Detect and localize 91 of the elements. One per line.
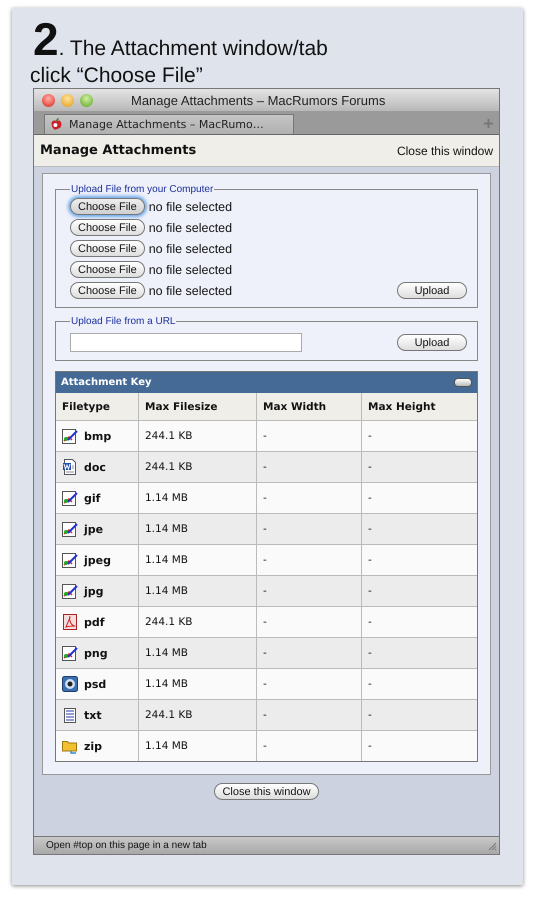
file-status: no file selected <box>148 262 232 276</box>
browser-tab[interactable]: Manage Attachments – MacRumo… <box>44 114 294 134</box>
image-file-icon <box>62 583 78 599</box>
close-icon[interactable] <box>42 94 55 106</box>
table-cell: 244.1 KB <box>138 700 256 730</box>
table-cell: 1.14 MB <box>138 668 256 700</box>
url-input-field[interactable] <box>70 333 302 352</box>
table-title: Attachment Key <box>61 377 152 388</box>
choose-file-button[interactable]: Choose File <box>70 282 145 299</box>
choose-file-button[interactable]: Choose File <box>70 198 145 215</box>
table-cell: - <box>362 544 477 576</box>
table-cell: 1.14 MB <box>138 730 256 761</box>
table-cell: 1.14 MB <box>138 638 256 668</box>
column-header: Max Filesize <box>138 393 256 420</box>
table-cell: 1.14 MB <box>138 544 256 576</box>
filetype-label: txt <box>84 708 102 722</box>
filetype-label: png <box>84 646 108 660</box>
close-window-link[interactable]: Close this window <box>396 144 493 158</box>
word-document-icon <box>62 459 78 475</box>
resize-grip-icon[interactable] <box>487 840 497 850</box>
filetype-label: jpe <box>84 522 104 536</box>
window-title: Manage Attachments – MacRumors Forums <box>131 92 386 108</box>
choose-file-button[interactable]: Choose File <box>70 240 145 257</box>
file-status: no file selected <box>148 220 232 234</box>
table-cell: 1.14 MB <box>138 482 256 514</box>
table-cell: - <box>256 452 362 482</box>
table-cell: - <box>256 544 362 576</box>
image-file-icon <box>62 428 78 444</box>
filetype-label: pdf <box>84 616 105 628</box>
status-text: Open #top on this page in a new tab <box>46 840 207 851</box>
table-cell: - <box>362 638 477 668</box>
table-cell: - <box>256 482 362 514</box>
close-window-button[interactable]: Close this window <box>214 783 319 800</box>
choose-file-button[interactable]: Choose File <box>70 219 145 236</box>
table-cell: - <box>256 514 362 544</box>
file-status: no file selected <box>148 242 232 256</box>
table-cell: - <box>256 576 362 606</box>
table-cell: - <box>256 606 362 638</box>
minimize-icon[interactable] <box>61 94 74 106</box>
text-file-icon <box>62 707 78 723</box>
column-header: Max Height <box>362 393 477 420</box>
table-cell: 244.1 KB <box>138 606 256 638</box>
filetype-label: doc <box>84 460 106 474</box>
table-cell: - <box>256 730 362 761</box>
zoom-icon[interactable] <box>80 94 93 106</box>
new-tab-icon[interactable] <box>484 119 493 128</box>
upload-button[interactable]: Upload <box>397 334 467 351</box>
file-status: no file selected <box>148 284 232 298</box>
filetype-label: psd <box>84 678 106 690</box>
table-cell: - <box>362 514 477 544</box>
filetype-label: gif <box>84 492 100 504</box>
table-cell: - <box>256 668 362 700</box>
upload-button[interactable]: Upload <box>397 282 467 299</box>
caption-title: . The Attachment window/tab <box>58 37 328 61</box>
image-file-icon <box>62 490 78 506</box>
apple-icon <box>50 118 63 131</box>
folder-icon <box>62 738 78 754</box>
image-file-icon <box>62 645 78 661</box>
table-cell: - <box>256 700 362 730</box>
table-cell: - <box>362 606 477 638</box>
table-cell: - <box>256 638 362 668</box>
group-legend: Upload File from your Computer <box>70 184 214 195</box>
file-status: no file selected <box>148 200 232 214</box>
pdf-file-icon <box>62 614 78 630</box>
table-cell: 244.1 KB <box>138 452 256 482</box>
image-file-icon <box>62 521 78 537</box>
table-cell: - <box>362 668 477 700</box>
image-file-icon <box>62 552 78 568</box>
table-cell: 1.14 MB <box>138 576 256 606</box>
filetype-label: jpg <box>84 584 104 598</box>
table-cell: - <box>362 576 477 606</box>
choose-file-button[interactable]: Choose File <box>70 261 145 278</box>
page-heading: Manage Attachments <box>40 143 196 158</box>
table-cell: - <box>362 452 477 482</box>
table-cell: - <box>362 730 477 761</box>
caption-instruction: click “Choose File” <box>30 64 204 88</box>
group-legend: Upload File from a URL <box>70 316 176 327</box>
column-header: Filetype <box>56 393 138 420</box>
collapse-icon[interactable] <box>454 378 472 387</box>
eye-file-icon <box>62 676 78 692</box>
filetype-label: zip <box>84 740 102 752</box>
table-cell: 244.1 KB <box>138 420 256 452</box>
table-cell: - <box>362 700 477 730</box>
table-cell: 1.14 MB <box>138 514 256 544</box>
filetype-label: jpeg <box>84 554 111 566</box>
filetype-label: bmp <box>84 430 112 442</box>
step-number: 2 <box>33 14 59 64</box>
table-cell: - <box>256 420 362 452</box>
column-header: Max Width <box>256 393 362 420</box>
table-cell: - <box>362 420 477 452</box>
table-cell: - <box>362 482 477 514</box>
